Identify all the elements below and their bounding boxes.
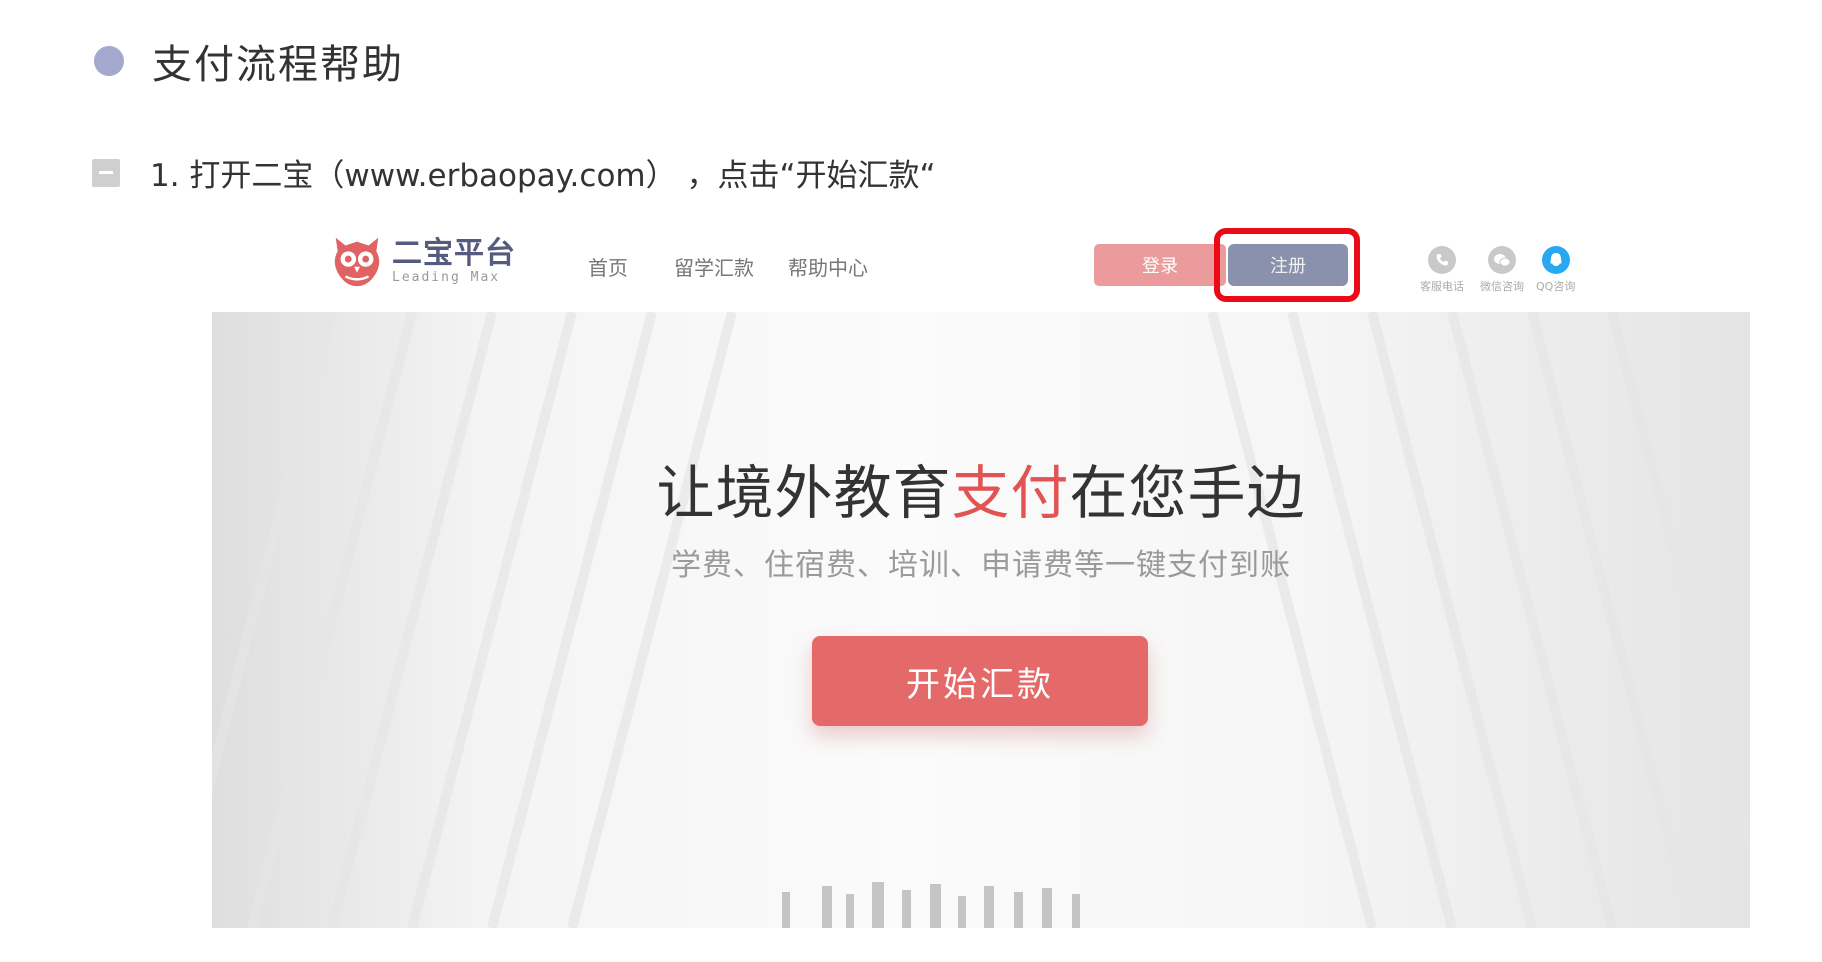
hero-headline-end: 在您手边 [1069, 459, 1306, 527]
hero-headline-accent: 支付 [951, 459, 1070, 527]
contact-wechat-label: 微信咨询 [1480, 280, 1524, 293]
step-one: 1. 打开二宝（www.erbaopay.com） ，点击“开始汇款“ [92, 150, 936, 195]
highlight-annotation [1214, 228, 1360, 302]
login-button[interactable]: 登录 [1094, 244, 1226, 286]
hero-subheadline: 学费、住宿费、培训、申请费等一键支付到账 [671, 548, 1291, 583]
collapse-minus-icon[interactable] [92, 158, 120, 187]
logo-tagline: Leading Max [392, 269, 501, 285]
nav-help-center[interactable]: 帮助中心 [788, 252, 868, 281]
embedded-screenshot: 二宝平台 Leading Max 首页 留学汇款 帮助中心 登录 注册 客服电话 [212, 218, 1750, 928]
start-remittance-button[interactable]: 开始汇款 [812, 636, 1148, 726]
contact-phone[interactable]: 客服电话 [1420, 246, 1464, 294]
nav-study-remittance[interactable]: 留学汇款 [674, 252, 754, 281]
qq-icon [1541, 246, 1570, 274]
site-navbar: 二宝平台 Leading Max 首页 留学汇款 帮助中心 登录 注册 客服电话 [212, 218, 1750, 312]
step-text: 1. 打开二宝（www.erbaopay.com） ，点击“开始汇款“ [150, 158, 936, 194]
nav-home[interactable]: 首页 [588, 252, 628, 281]
contact-qq-label: QQ咨询 [1536, 280, 1576, 293]
phone-icon [1428, 246, 1456, 274]
wechat-icon [1488, 246, 1516, 274]
contact-wechat[interactable]: 微信咨询 [1480, 246, 1524, 294]
crowd-silhouette-decoration [782, 882, 1080, 928]
contact-phone-label: 客服电话 [1420, 280, 1464, 293]
site-logo[interactable]: 二宝平台 Leading Max [328, 232, 516, 290]
hero-headline-start: 让境外教育 [656, 459, 952, 527]
circle-bullet-icon [94, 46, 124, 76]
section-header: 支付流程帮助 [94, 32, 404, 90]
owl-logo-icon [334, 237, 380, 287]
logo-name: 二宝平台 [392, 235, 516, 271]
hero-headline: 让境外教育支付在您手边 [212, 446, 1750, 530]
hero-banner: 让境外教育支付在您手边 学费、住宿费、培训、申请费等一键支付到账 开始汇款 [212, 312, 1750, 928]
decorative-stripes [212, 312, 1750, 928]
contact-qq[interactable]: QQ咨询 [1536, 246, 1575, 294]
help-page: 支付流程帮助 1. 打开二宝（www.erbaopay.com） ，点击“开始汇… [0, 0, 1822, 962]
section-title: 支付流程帮助 [152, 42, 404, 88]
